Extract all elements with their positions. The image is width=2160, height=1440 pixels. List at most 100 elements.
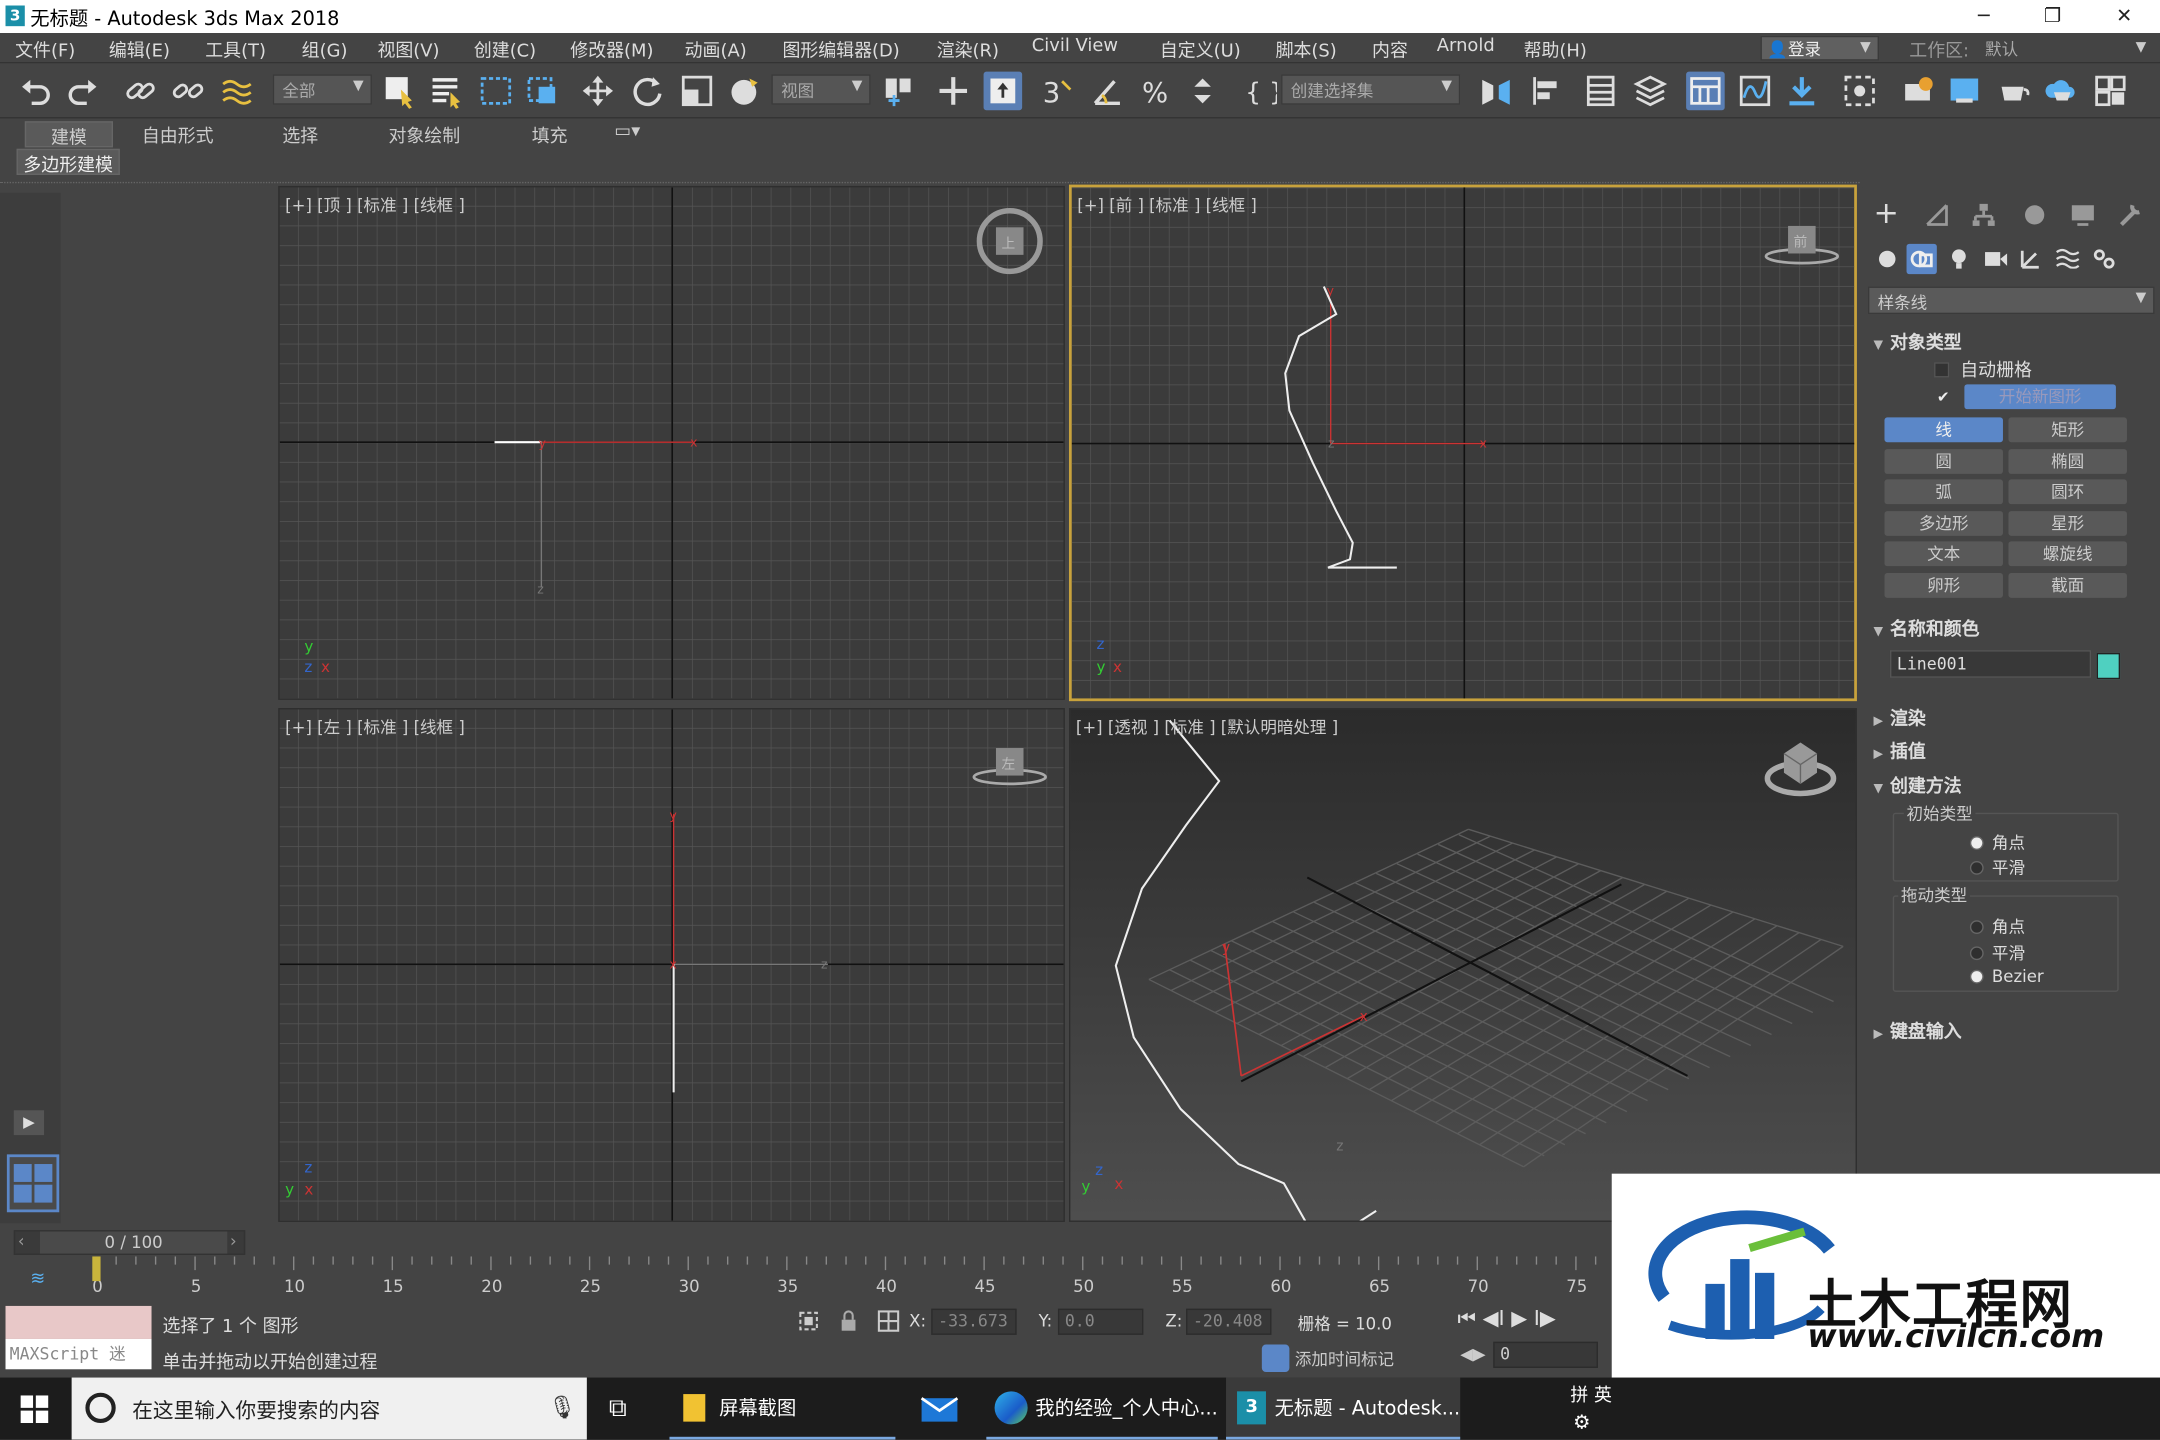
viewport-front[interactable]: yxz 前 zyx [+] [前 ] [标准 ] [线框 ] <box>1068 184 1857 702</box>
cameras-icon[interactable] <box>1984 248 2009 276</box>
ribbon-toggle-icon[interactable] <box>1686 71 1725 111</box>
window-crossing-icon[interactable] <box>523 72 562 111</box>
selection-filter-dropdown[interactable]: 全部 ▼ <box>272 74 372 105</box>
object-type-rectangle-button[interactable]: 矩形 <box>2008 417 2127 443</box>
absolute-mode-icon[interactable] <box>876 1309 901 1339</box>
slider-right-arrow-icon[interactable]: › <box>230 1232 237 1251</box>
taskbar-item-screenshots[interactable]: 屏幕截图 <box>669 1378 896 1440</box>
hierarchy-tab-icon[interactable] <box>1970 201 1998 234</box>
layout-grid-icon[interactable] <box>6 1154 60 1213</box>
motion-tab-icon[interactable] <box>2019 201 2047 234</box>
undo-button[interactable] <box>17 72 56 111</box>
previous-frame-icon[interactable]: ◀Ⅰ <box>1483 1306 1505 1331</box>
close-button[interactable]: ✕ <box>2091 0 2157 33</box>
menu-scripting[interactable]: 脚本(S) <box>1276 36 1337 62</box>
object-type-arc-button[interactable]: 弧 <box>1884 479 2003 505</box>
taskbar-search-box[interactable]: 在这里输入你要搜索的内容 🎙 <box>71 1377 587 1440</box>
render-setup-icon[interactable] <box>1898 72 1937 111</box>
rollout-keyboard-entry[interactable]: ▶ 键盘输入 <box>1873 1017 1961 1043</box>
isolate-selection-icon[interactable] <box>796 1309 821 1339</box>
play-icon[interactable]: ▶ <box>1511 1306 1527 1331</box>
maxscript-input[interactable]: MAXScript 迷 <box>5 1338 152 1370</box>
microphone-icon[interactable]: 🎙 <box>548 1394 576 1420</box>
viewcube-perspective[interactable] <box>1764 742 1837 797</box>
tab-selection[interactable]: 选择 <box>282 121 318 148</box>
rendered-frame-window-icon[interactable] <box>1945 72 1984 111</box>
menu-arnold[interactable]: Arnold <box>1437 36 1495 57</box>
object-color-swatch[interactable] <box>2096 652 2121 680</box>
select-by-name-icon[interactable] <box>427 72 466 111</box>
maxscript-listener-pink[interactable] <box>5 1305 152 1339</box>
next-frame-icon[interactable]: Ⅰ▶ <box>1534 1306 1556 1331</box>
tab-modeling[interactable]: 建模 <box>24 121 113 149</box>
x-coordinate-field[interactable]: -33.673 <box>931 1308 1017 1335</box>
menu-animation[interactable]: 动画(A) <box>685 36 747 62</box>
keyboard-shortcut-toggle-icon[interactable] <box>983 71 1023 111</box>
object-type-text-button[interactable]: 文本 <box>1884 541 2003 567</box>
object-type-donut-button[interactable]: 圆环 <box>2008 479 2127 505</box>
space-warps-icon[interactable] <box>2055 247 2080 275</box>
menu-help[interactable]: 帮助(H) <box>1524 36 1587 62</box>
tab-object-paint[interactable]: 对象绘制 <box>388 121 460 148</box>
helpers-icon[interactable] <box>2019 248 2041 276</box>
maximize-button[interactable]: ❐ <box>2019 0 2085 33</box>
viewport-label-top[interactable]: [+] [顶 ] [标准 ] [线框 ] <box>285 193 465 216</box>
pivot-center-icon[interactable] <box>879 72 918 111</box>
time-slider[interactable]: ‹ 0 / 100 › <box>13 1230 246 1255</box>
menu-edit[interactable]: 编辑(E) <box>109 36 170 62</box>
lights-icon[interactable] <box>1948 247 1970 277</box>
render-in-cloud-icon[interactable] <box>2042 72 2081 111</box>
task-view-icon[interactable]: ⧉ <box>609 1378 627 1440</box>
schematic-view-icon[interactable] <box>1783 72 1822 111</box>
menu-customize[interactable]: 自定义(U) <box>1160 36 1241 62</box>
workspace-dropdown[interactable]: 默认 ▼ <box>1978 35 2155 61</box>
rollout-object-type[interactable]: ▼ 对象类型 <box>1873 328 1961 354</box>
render-production-icon[interactable] <box>1995 72 2034 111</box>
scale-icon[interactable] <box>678 72 717 111</box>
unlink-icon[interactable] <box>168 72 207 111</box>
align-icon[interactable] <box>1526 72 1565 111</box>
start-new-shape-button[interactable]: 开始新图形 <box>1964 384 2116 410</box>
object-type-star-button[interactable]: 星形 <box>2008 510 2127 536</box>
lock-icon[interactable] <box>838 1309 860 1339</box>
menu-graph-editors[interactable]: 图形编辑器(D) <box>782 36 899 62</box>
login-dropdown[interactable]: 👤登录 ▼ <box>1760 35 1879 61</box>
rollout-name-color[interactable]: ▼ 名称和颜色 <box>1873 614 1979 641</box>
create-tab-icon[interactable]: + <box>1873 198 1898 231</box>
spinner-snap-icon[interactable] <box>1185 72 1224 111</box>
viewport-perspective[interactable]: yxz zyx [+] [透视 ] [标准 ] [默认明暗处理 ] <box>1068 708 1857 1222</box>
mirror-icon[interactable] <box>1477 72 1516 111</box>
viewport-label-left[interactable]: [+] [左 ] [标准 ] [线框 ] <box>285 715 465 738</box>
ime-indicator[interactable]: 拼 英 <box>1570 1378 1612 1408</box>
object-type-line-button[interactable]: 线 <box>1884 417 2003 443</box>
menu-view[interactable]: 视图(V) <box>377 36 439 62</box>
sub-tab-polygon-modeling[interactable]: 多边形建模 <box>16 148 120 176</box>
viewport-label-front[interactable]: [+] [前 ] [标准 ] [线框 ] <box>1077 193 1257 216</box>
taskbar-item-edge[interactable]: 我的经验_个人中心... <box>986 1378 1218 1440</box>
placement-icon[interactable] <box>725 72 764 111</box>
category-dropdown[interactable]: 样条线 ▼ <box>1867 286 2155 315</box>
object-type-ellipse-button[interactable]: 椭圆 <box>2008 448 2127 474</box>
object-type-section-button[interactable]: 截面 <box>2008 572 2127 598</box>
rollout-creation-method[interactable]: ▼ 创建方法 <box>1873 771 1961 798</box>
shapes-icon[interactable] <box>1906 243 1937 275</box>
rotate-icon[interactable] <box>628 72 667 111</box>
menu-content[interactable]: 内容 <box>1372 36 1408 62</box>
viewport-label-perspective[interactable]: [+] [透视 ] [标准 ] [默认明暗处理 ] <box>1076 715 1338 738</box>
menu-rendering[interactable]: 渲染(R) <box>937 36 999 62</box>
systems-icon[interactable] <box>2091 247 2116 277</box>
taskbar-item-3dsmax[interactable]: 3 无标题 - Autodesk... <box>1226 1377 1461 1440</box>
minimize-button[interactable]: ─ <box>1951 0 2017 33</box>
edit-named-sets-icon[interactable]: { } <box>1240 72 1279 111</box>
expand-arrow-icon[interactable]: ▶ <box>13 1110 45 1136</box>
object-name-input[interactable]: Line001 <box>1889 650 2092 678</box>
drag-bezier-radio[interactable]: Bezier <box>1969 967 2044 986</box>
object-type-helix-button[interactable]: 螺旋线 <box>2008 541 2127 567</box>
display-tab-icon[interactable] <box>2069 201 2097 234</box>
bind-space-warp-icon[interactable] <box>218 72 257 111</box>
current-frame-marker[interactable] <box>92 1256 101 1282</box>
time-tag-icon[interactable] <box>1261 1344 1290 1373</box>
y-coordinate-field[interactable]: 0.0 <box>1057 1308 1144 1335</box>
menu-file[interactable]: 文件(F) <box>15 36 75 62</box>
viewport-top[interactable]: yxz 上 yzx [+] [顶 ] [标准 ] [线框 ] <box>278 185 1065 700</box>
